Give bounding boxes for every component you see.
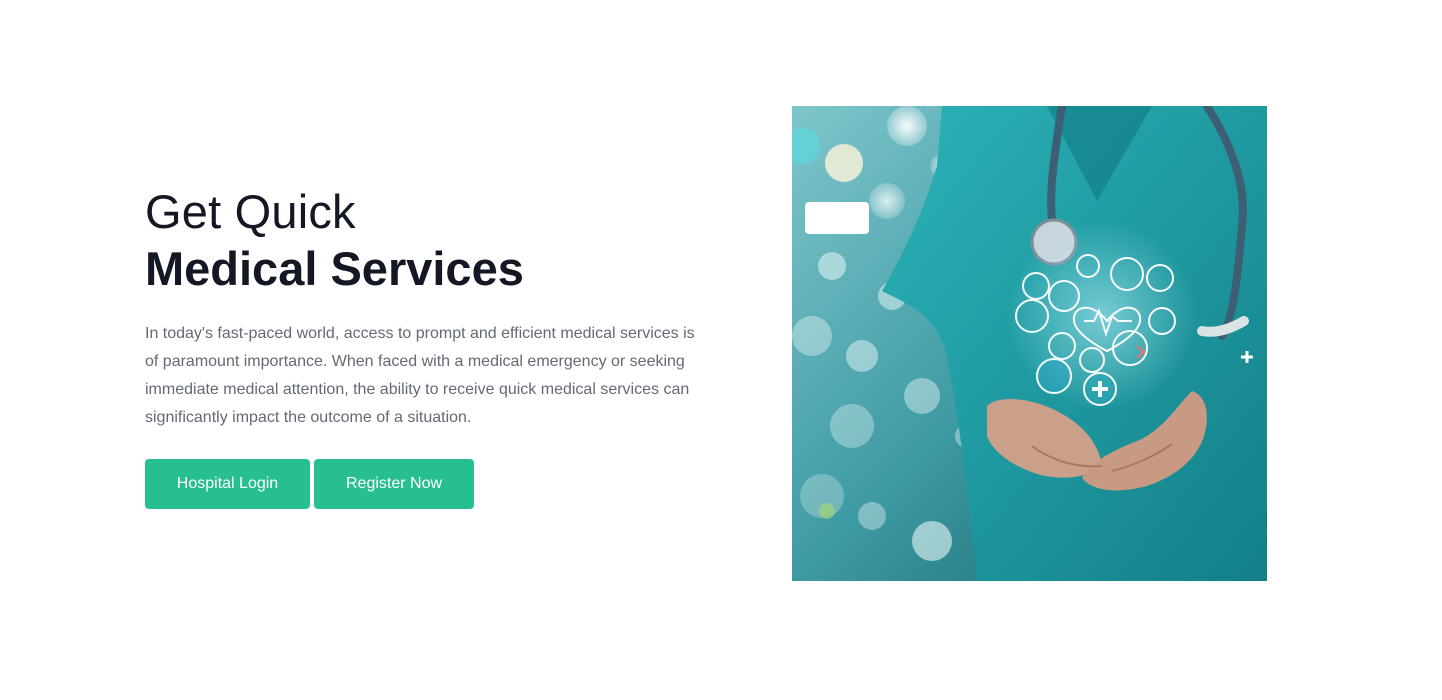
hero-image [792,106,1267,581]
hospital-login-button[interactable]: Hospital Login [145,459,310,509]
image-badge [805,202,869,234]
register-now-button[interactable]: Register Now [314,459,474,509]
hero-text: Get Quick Medical Services In today's fa… [145,184,715,432]
hero-title-line1: Get Quick [145,185,356,238]
hero-section: Get Quick Medical Services In today's fa… [0,0,1442,700]
doctor-illustration [792,106,1267,581]
hero-title-line2: Medical Services [145,242,524,295]
hero-buttons: Hospital Login Register Now [145,459,474,509]
hero-description: In today's fast-paced world, access to p… [145,325,695,426]
